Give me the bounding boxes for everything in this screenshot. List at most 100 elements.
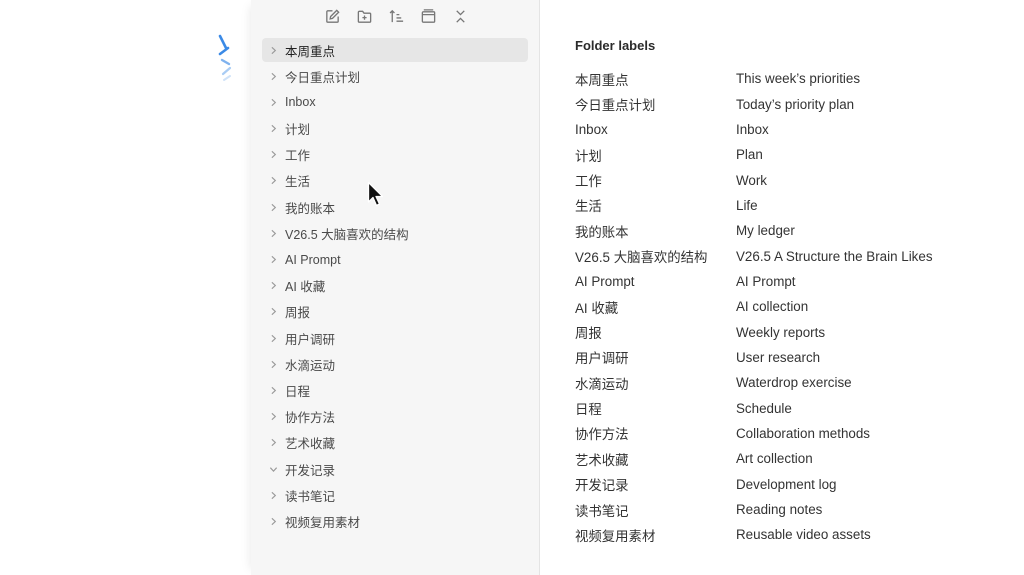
chevron-right-icon[interactable] — [262, 169, 284, 193]
label-row: 我的账本 My ledger — [575, 218, 995, 243]
sidebar-folder-item[interactable]: AI 收藏 — [262, 274, 528, 298]
label-translation: Development log — [736, 476, 837, 492]
label-translation: Weekly reports — [736, 324, 826, 340]
chevron-right-icon[interactable] — [262, 143, 284, 167]
label-row: 周报 Weekly reports — [575, 319, 995, 344]
sidebar-folder-item[interactable]: 我的账本 — [262, 195, 528, 219]
label-translation: User research — [736, 349, 821, 365]
sidebar-folder-item[interactable]: 读书笔记 — [262, 483, 528, 507]
chevron-right-icon[interactable] — [262, 117, 284, 141]
collapse-panel-button[interactable] — [417, 5, 439, 27]
chevron-right-icon[interactable] — [262, 509, 284, 533]
sidebar-folder-label: 用户调研 — [285, 332, 336, 347]
label-translation: Work — [736, 172, 767, 188]
sidebar-folder-label: 今日重点计划 — [285, 70, 361, 85]
label-translation: AI Prompt — [736, 273, 796, 289]
label-original: 读书笔记 — [575, 503, 629, 519]
new-note-button[interactable] — [321, 5, 343, 27]
label-row: 开发记录 Development log — [575, 472, 995, 497]
chevron-down-icon[interactable] — [262, 457, 284, 481]
sidebar-toolbar — [321, 5, 471, 27]
sidebar-folder-item[interactable]: 工作 — [262, 143, 528, 167]
label-original: 协作方法 — [575, 427, 629, 443]
label-original: Inbox — [575, 121, 608, 137]
label-translation: Today’s priority plan — [736, 96, 855, 112]
chevron-right-icon[interactable] — [262, 195, 284, 219]
sidebar-folder-label: 本周重点 — [285, 44, 336, 59]
label-row: 视频复用素材 Reusable video assets — [575, 522, 995, 547]
collapse-all-icon — [455, 9, 465, 23]
sidebar-folder-item[interactable]: 协作方法 — [262, 405, 528, 429]
sidebar-folder-label: 生活 — [285, 175, 311, 190]
label-translation: Schedule — [736, 400, 792, 416]
chevron-right-icon[interactable] — [262, 352, 284, 376]
label-row: 协作方法 Collaboration methods — [575, 421, 995, 446]
label-row: V26.5 大脑喜欢的结构 V26.5 A Structure the Brain… — [575, 243, 995, 268]
sidebar-folder-item[interactable]: 计划 — [262, 117, 528, 141]
label-translation: Collaboration methods — [736, 425, 870, 441]
label-row: AI 收藏 AI collection — [575, 294, 995, 319]
label-row: Inbox Inbox — [575, 117, 995, 142]
sidebar-folder-item[interactable]: 今日重点计划 — [262, 64, 528, 88]
sidebar-folder-item[interactable]: 本周重点 — [262, 38, 528, 62]
label-translation-list: 本周重点 This week’s priorities 今日重点计划 Today’s … — [575, 66, 995, 548]
label-original: 我的账本 — [575, 224, 629, 240]
sidebar-folder-item[interactable]: Inbox — [262, 90, 528, 114]
new-folder-icon — [357, 10, 371, 23]
sidebar-folder-item[interactable]: 开发记录 — [262, 457, 528, 481]
sidebar-folder-item[interactable]: 生活 — [262, 169, 528, 193]
label-original: 本周重点 — [575, 72, 629, 88]
chevron-right-icon[interactable] — [262, 274, 284, 298]
folder-sidebar: 本周重点今日重点计划 Inbox 计划 工作生活我的账本 V26.5 大脑喜欢的结构 AI… — [251, 0, 540, 575]
sort-icon — [389, 9, 403, 22]
label-row: 工作 Work — [575, 167, 995, 192]
label-translation: Plan — [736, 147, 763, 163]
label-row: 读书笔记 Reading notes — [575, 497, 995, 522]
chevron-right-icon[interactable] — [262, 248, 284, 272]
chevron-right-icon[interactable] — [262, 64, 284, 88]
chevron-right-icon[interactable] — [262, 483, 284, 507]
chevron-right-icon[interactable] — [262, 431, 284, 455]
sidebar-folder-label: 读书笔记 — [285, 489, 336, 504]
sidebar-folder-item[interactable]: 艺术收藏 — [262, 431, 528, 455]
sidebar-folder-label: Inbox — [285, 95, 316, 110]
sort-button[interactable] — [385, 5, 407, 27]
label-row: 本周重点 This week’s priorities — [575, 66, 995, 91]
chevron-right-icon[interactable] — [262, 378, 284, 402]
chevron-right-icon[interactable] — [262, 221, 284, 245]
sidebar-folder-label: V26.5 大脑喜欢的结构 — [285, 227, 409, 242]
sidebar-folder-item[interactable]: 水滴运动 — [262, 352, 528, 376]
sidebar-folder-item[interactable]: 视频复用素材 — [262, 509, 528, 533]
label-original: 工作 — [575, 174, 602, 190]
sidebar-folder-label: 日程 — [285, 384, 311, 399]
sidebar-folder-item[interactable]: 周报 — [262, 300, 528, 324]
sidebar-folder-label: 视频复用素材 — [285, 515, 361, 530]
sidebar-folder-item[interactable]: 用户调研 — [262, 326, 528, 350]
label-row: AI Prompt AI Prompt — [575, 269, 995, 294]
chevron-right-icon[interactable] — [262, 300, 284, 324]
label-translation: Art collection — [736, 451, 813, 467]
new-folder-button[interactable] — [353, 5, 375, 27]
sidebar-folder-item[interactable]: AI Prompt — [262, 248, 528, 272]
label-row: 艺术收藏 Art collection — [575, 446, 995, 471]
collapse-all-button[interactable] — [449, 5, 471, 27]
chevron-right-icon[interactable] — [262, 38, 284, 62]
chevron-right-icon[interactable] — [262, 90, 284, 114]
chevron-right-icon[interactable] — [262, 405, 284, 429]
sidebar-folder-item[interactable]: V26.5 大脑喜欢的结构 — [262, 221, 528, 245]
label-original: 生活 — [575, 199, 602, 215]
label-original: 视频复用素材 — [575, 528, 656, 544]
label-original: AI 收藏 — [575, 300, 619, 316]
label-translation: AI collection — [736, 299, 809, 315]
sidebar-folder-item[interactable]: 日程 — [262, 378, 528, 402]
sidebar-folder-label: AI 收藏 — [285, 280, 326, 295]
label-row: 日程 Schedule — [575, 395, 995, 420]
label-row: 水滴运动 Waterdrop exercise — [575, 370, 995, 395]
label-translation: This week’s priorities — [736, 71, 861, 87]
label-row: 计划 Plan — [575, 142, 995, 167]
label-row: 今日重点计划 Today’s priority plan — [575, 91, 995, 116]
mouse-pointer-icon — [367, 181, 384, 207]
new-note-icon — [325, 8, 340, 23]
folder-tree: 本周重点今日重点计划 Inbox 计划 工作生活我的账本 V26.5 大脑喜欢的结构 AI… — [262, 38, 528, 536]
chevron-right-icon[interactable] — [262, 326, 284, 350]
